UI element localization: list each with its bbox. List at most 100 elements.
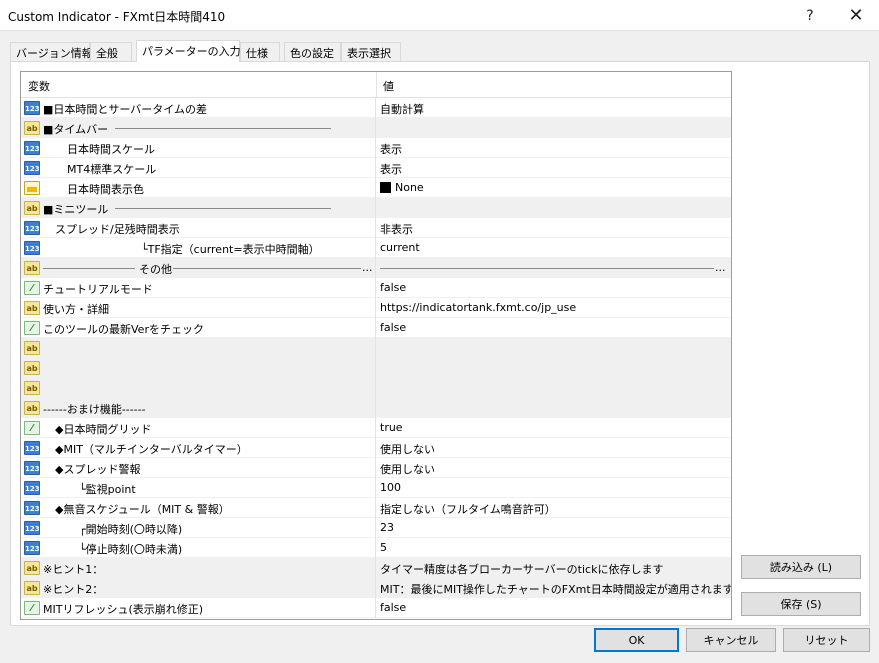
parameter-grid[interactable]: 変数 値 123 ■日本時間とサーバータイムの差 自動計算 ab ■タイムバー 123 日本… (20, 71, 732, 620)
value-cell[interactable]: false (377, 598, 731, 618)
value-cell[interactable]: 100 (377, 478, 731, 498)
parameter-row[interactable]: 123 ■日本時間とサーバータイムの差 自動計算 (21, 98, 731, 118)
variable-cell[interactable]: ab ※ヒント2： (21, 578, 376, 598)
header-divider[interactable] (376, 72, 377, 98)
integer-type-icon: 123 (24, 481, 40, 495)
variable-cell[interactable]: 123 スプレッド/足残時間表示 (21, 218, 376, 238)
header-variable[interactable]: 変数 (28, 78, 50, 94)
value-cell[interactable]: current (377, 238, 731, 258)
variable-name: ※ヒント2： (43, 583, 104, 596)
variable-name: ※ヒント1： (43, 563, 104, 576)
value-cell[interactable]: false (377, 278, 731, 298)
variable-cell[interactable]: ab (21, 338, 376, 358)
variable-cell[interactable]: ab (21, 358, 376, 378)
variable-cell[interactable]: 123 ■日本時間とサーバータイムの差 (21, 98, 376, 118)
cancel-button[interactable]: キャンセル (686, 628, 776, 652)
value-cell[interactable]: false (377, 318, 731, 338)
variable-cell[interactable]: 123 ◆無音スケジュール（MIT & 警報） (21, 498, 376, 518)
variable-cell[interactable]: ⁄ MITリフレッシュ(表示崩れ修正) (21, 598, 376, 618)
value-cell[interactable]: 指定しない（フルタイム鳴音許可） (377, 498, 731, 518)
value-cell[interactable]: MIT：最後にMIT操作したチャートのFXmt日本時間設定が適用されます (377, 578, 731, 598)
variable-cell[interactable]: 123 MT4標準スケール (21, 158, 376, 178)
value-cell[interactable] (377, 198, 731, 218)
variable-cell[interactable]: 123 ┌開始時刻(〇時以降) (21, 518, 376, 538)
ok-button[interactable]: OK (594, 628, 679, 652)
tab-version-info[interactable]: バージョン情報 (10, 42, 93, 61)
tab-parameters[interactable]: パラメーターの入力 (136, 40, 241, 62)
help-icon[interactable]: ? (790, 0, 830, 31)
parameter-row[interactable]: ⁄ ◆日本時間グリッド true (21, 418, 731, 438)
tab-spec[interactable]: 仕様 (240, 42, 280, 61)
variable-cell[interactable]: ab ■タイムバー (21, 118, 376, 138)
variable-name: MT4標準スケール (67, 163, 157, 176)
value-cell[interactable]: 非表示 (377, 218, 731, 238)
value-cell[interactable] (377, 358, 731, 378)
variable-cell[interactable]: ⁄ チュートリアルモード (21, 278, 376, 298)
value-cell[interactable]: タイマー精度は各ブローカーサーバーのtickに依存します (377, 558, 731, 578)
variable-cell[interactable]: ⁄ ◆日本時間グリッド (21, 418, 376, 438)
load-button[interactable]: 読み込み (L) (741, 555, 861, 579)
value-cell[interactable]: 5 (377, 538, 731, 558)
value-cell[interactable]: https://indicatortank.fxmt.co/jp_use (377, 298, 731, 318)
parameter-row[interactable]: ⁄ MITリフレッシュ(表示崩れ修正) false (21, 598, 731, 618)
variable-cell[interactable]: 123 └停止時刻(〇時未満) (21, 538, 376, 558)
value-cell[interactable]: 使用しない (377, 438, 731, 458)
parameter-row[interactable]: 123 ◆MIT（マルチインターバルタイマー） 使用しない (21, 438, 731, 458)
close-icon[interactable]: ✕ (836, 0, 876, 31)
variable-cell[interactable]: ab (21, 378, 376, 398)
value-cell[interactable] (377, 118, 731, 138)
value-cell[interactable]: 使用しない (377, 458, 731, 478)
parameter-row[interactable]: ab ■ミニツール (21, 198, 731, 218)
variable-cell[interactable]: ab 使い方・詳細 (21, 298, 376, 318)
parameter-row[interactable]: ab 使い方・詳細 https://indicatortank.fxmt.co/jp… (21, 298, 731, 318)
value-cell[interactable]: None (377, 178, 731, 198)
value-cell[interactable]: ... (377, 258, 731, 278)
tab-display-select[interactable]: 表示選択 (341, 42, 401, 61)
integer-type-icon: 123 (24, 241, 40, 255)
tab-general[interactable]: 全般 (90, 42, 132, 61)
parameter-row[interactable]: ab ※ヒント1： タイマー精度は各ブローカーサーバーのtickに依存します (21, 558, 731, 578)
variable-cell[interactable]: ab ------おまけ機能------ (21, 398, 376, 418)
variable-cell[interactable]: 123 └TF指定（current=表示中時間軸） (21, 238, 376, 258)
value-cell[interactable]: 表示 (377, 138, 731, 158)
parameter-row[interactable]: 123 └停止時刻(〇時未満) 5 (21, 538, 731, 558)
parameter-row[interactable]: ab (21, 358, 731, 378)
value-cell[interactable] (377, 338, 731, 358)
parameter-row[interactable]: ⁄ このツールの最新Verをチェック false (21, 318, 731, 338)
tab-colors[interactable]: 色の設定 (284, 42, 341, 61)
reset-button[interactable]: リセット (783, 628, 870, 652)
variable-cell[interactable]: 123 ◆MIT（マルチインターバルタイマー） (21, 438, 376, 458)
parameter-row[interactable]: 123 └監視point 100 (21, 478, 731, 498)
variable-cell[interactable]: 日本時間表示色 (21, 178, 376, 198)
parameter-row[interactable]: 123 日本時間スケール 表示 (21, 138, 731, 158)
value-cell[interactable]: true (377, 418, 731, 438)
parameter-row[interactable]: 123 ┌開始時刻(〇時以降) 23 (21, 518, 731, 538)
parameter-row[interactable]: 123 ◆スプレッド警報 使用しない (21, 458, 731, 478)
parameter-row[interactable]: 123 └TF指定（current=表示中時間軸） current (21, 238, 731, 258)
value-cell[interactable]: 23 (377, 518, 731, 538)
header-value[interactable]: 値 (383, 78, 394, 94)
parameter-row[interactable]: ab (21, 378, 731, 398)
parameter-row[interactable]: ab (21, 338, 731, 358)
parameter-row[interactable]: 123 ◆無音スケジュール（MIT & 警報） 指定しない（フルタイム鳴音許可） (21, 498, 731, 518)
variable-cell[interactable]: ⁄ このツールの最新Verをチェック (21, 318, 376, 338)
variable-cell[interactable]: 123 └監視point (21, 478, 376, 498)
variable-cell[interactable]: ab ※ヒント1： (21, 558, 376, 578)
parameter-row[interactable]: ⁄ チュートリアルモード false (21, 278, 731, 298)
value-cell[interactable]: 自動計算 (377, 98, 731, 118)
value-cell[interactable] (377, 378, 731, 398)
parameter-row[interactable]: 日本時間表示色 None (21, 178, 731, 198)
parameter-row[interactable]: ab ------おまけ機能------ (21, 398, 731, 418)
value-cell[interactable]: 表示 (377, 158, 731, 178)
variable-cell[interactable]: 123 日本時間スケール (21, 138, 376, 158)
value-cell[interactable] (377, 398, 731, 418)
parameter-row[interactable]: ab その他...... (21, 258, 731, 278)
parameter-row[interactable]: ab ■タイムバー (21, 118, 731, 138)
save-button[interactable]: 保存 (S) (741, 592, 861, 616)
variable-cell[interactable]: ab ■ミニツール (21, 198, 376, 218)
variable-cell[interactable]: ab その他... (21, 258, 376, 278)
variable-cell[interactable]: 123 ◆スプレッド警報 (21, 458, 376, 478)
parameter-row[interactable]: ab ※ヒント2： MIT：最後にMIT操作したチャートのFXmt日本時間設定が適用… (21, 578, 731, 598)
parameter-row[interactable]: 123 スプレッド/足残時間表示 非表示 (21, 218, 731, 238)
parameter-row[interactable]: 123 MT4標準スケール 表示 (21, 158, 731, 178)
